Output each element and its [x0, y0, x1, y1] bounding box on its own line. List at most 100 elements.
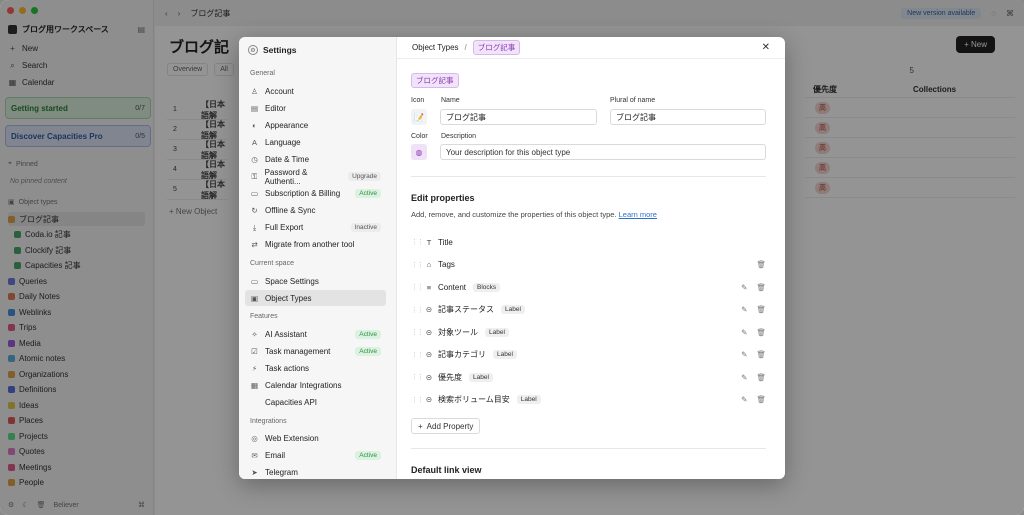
- settings-nav-item[interactable]: ⇄ Migrate from another tool: [245, 237, 386, 253]
- delete-icon[interactable]: 🗑: [756, 328, 766, 337]
- settings-nav-label: Account: [265, 86, 294, 96]
- breadcrumb-separator: /: [464, 43, 467, 52]
- drag-handle-icon[interactable]: ⋮⋮: [411, 238, 424, 246]
- settings-nav-label: Telegram: [265, 468, 298, 478]
- property-row[interactable]: ⋮⋮ ⊝ 検索ボリューム目安 Label ✎ 🗑: [411, 389, 766, 411]
- name-field[interactable]: ブログ記事: [440, 109, 597, 125]
- settings-nav-item[interactable]: ▦ Calendar Integrations: [245, 378, 386, 394]
- app-window: ブログ用ワークスペース ▤ + New ⌕ Search ▦ Calendar Getti…: [0, 0, 1024, 515]
- settings-nav-label: Language: [265, 137, 301, 147]
- drag-handle-icon[interactable]: ⋮⋮: [411, 373, 424, 381]
- settings-nav-item[interactable]: ◐ Appearance: [245, 117, 386, 133]
- settings-nav-label: Offline & Sync: [265, 206, 316, 216]
- property-row[interactable]: ⋮⋮ ⊝ 優先度 Label ✎ 🗑: [411, 366, 766, 388]
- property-row[interactable]: ⋮⋮ ⌂ Tags 🗑: [411, 254, 766, 276]
- settings-nav-label: Web Extension: [265, 434, 319, 444]
- close-icon[interactable]: ✕: [762, 42, 770, 53]
- title-icon: T: [426, 237, 432, 247]
- add-property-button[interactable]: + Add Property: [411, 418, 481, 434]
- settings-nav-item[interactable]: Capacities API: [245, 395, 386, 411]
- settings-nav-item[interactable]: ↻ Offline & Sync: [245, 203, 386, 219]
- drag-handle-icon[interactable]: ⋮⋮: [411, 283, 424, 291]
- property-type-tag: Label: [501, 305, 525, 314]
- drag-handle-icon[interactable]: ⋮⋮: [411, 396, 424, 404]
- property-name: 対象ツール: [438, 327, 478, 337]
- label-icon: ⊝: [425, 395, 433, 404]
- drag-handle-icon[interactable]: ⋮⋮: [411, 261, 424, 269]
- edit-icon[interactable]: ✎: [741, 373, 747, 382]
- settings-nav-label: Full Export: [265, 223, 304, 233]
- edit-icon[interactable]: ✎: [741, 395, 747, 404]
- settings-nav-label: Password & Authenti...: [264, 167, 308, 186]
- status-badge: Active: [355, 329, 381, 339]
- property-row[interactable]: ⋮⋮ T Title: [411, 231, 766, 253]
- property-row[interactable]: ⋮⋮ ≡ Content Blocks ✎ 🗑: [411, 276, 766, 298]
- property-name: Title: [438, 237, 453, 247]
- sync-icon: ↻: [251, 206, 258, 216]
- settings-nav-item[interactable]: ✧ AI Assistant Active: [245, 326, 386, 342]
- status-badge: Inactive: [350, 223, 381, 233]
- clock-icon: ◷: [251, 154, 258, 164]
- settings-nav-label: AI Assistant: [265, 329, 307, 339]
- delete-icon[interactable]: 🗑: [756, 260, 766, 269]
- editor-icon: ▤: [250, 103, 259, 113]
- settings-nav-item[interactable]: ◎ Web Extension: [245, 431, 386, 447]
- edit-icon[interactable]: ✎: [741, 350, 747, 359]
- delete-icon[interactable]: 🗑: [756, 305, 766, 314]
- property-row[interactable]: ⋮⋮ ⊝ 記事ステータス Label ✎ 🗑: [411, 299, 766, 321]
- migrate-icon: ⇄: [251, 240, 258, 250]
- settings-nav-item[interactable]: ▭ Space Settings: [245, 273, 386, 289]
- object-type-editor: Object Types / ブログ記事 ✕ ブログ記事 Icon Name P…: [397, 37, 785, 479]
- delete-icon[interactable]: 🗑: [756, 395, 766, 404]
- settings-gear-icon: ⚙: [248, 45, 258, 55]
- edit-icon[interactable]: ✎: [741, 283, 747, 292]
- delete-icon[interactable]: 🗑: [756, 373, 766, 382]
- settings-nav-item[interactable]: ♙ Account: [245, 83, 386, 99]
- tag-icon: ⌂: [426, 260, 432, 269]
- label-icon: ⊝: [425, 372, 433, 382]
- label-icon: ⊝: [425, 305, 433, 314]
- settings-nav-item[interactable]: A Language: [245, 134, 386, 150]
- property-row[interactable]: ⋮⋮ ⊝ 記事カテゴリ Label ✎ 🗑: [411, 344, 766, 366]
- settings-nav-label: Object Types: [265, 293, 312, 303]
- drag-handle-icon[interactable]: ⋮⋮: [411, 306, 424, 314]
- breadcrumb-object-types[interactable]: Object Types: [412, 43, 459, 52]
- property-row[interactable]: ⋮⋮ ⊝ 対象ツール Label ✎ 🗑: [411, 321, 766, 343]
- edit-icon[interactable]: ✎: [741, 305, 747, 314]
- settings-title: Settings: [263, 45, 297, 55]
- icon-label: Icon: [411, 97, 425, 104]
- settings-nav-item[interactable]: ▣ Object Types: [245, 290, 386, 307]
- settings-nav-item[interactable]: ⚡ Task actions: [245, 360, 386, 376]
- name-label: Name: [441, 97, 460, 104]
- object-types-icon: ▣: [250, 293, 259, 303]
- delete-icon[interactable]: 🗑: [756, 283, 766, 292]
- drag-handle-icon[interactable]: ⋮⋮: [411, 351, 424, 359]
- language-icon: A: [251, 137, 257, 147]
- delete-icon[interactable]: 🗑: [756, 350, 766, 359]
- property-name: Tags: [438, 260, 455, 269]
- appearance-icon: ◐: [252, 120, 257, 130]
- settings-nav-item[interactable]: ◷ Date & Time: [245, 151, 386, 167]
- settings-nav-item[interactable]: ▭ Subscription & Billing Active: [245, 186, 386, 202]
- color-picker[interactable]: ◍: [411, 144, 427, 160]
- settings-nav-label: Space Settings: [265, 276, 319, 286]
- settings-nav-item[interactable]: ▤ Editor: [245, 100, 386, 116]
- settings-header: ⚙ Settings: [248, 45, 297, 55]
- settings-nav-item[interactable]: ⤓ Full Export Inactive: [245, 220, 386, 236]
- settings-nav-item[interactable]: ➤ Telegram: [245, 465, 386, 479]
- monitor-icon: ▭: [250, 276, 259, 286]
- settings-nav-item[interactable]: ⚿ Password & Authenti... Upgrade: [245, 167, 386, 186]
- settings-nav-item[interactable]: ☑ Task management Active: [245, 343, 386, 359]
- description-field[interactable]: Your description for this object type: [440, 144, 766, 160]
- drag-handle-icon[interactable]: ⋮⋮: [411, 328, 424, 336]
- plural-name-field[interactable]: ブログ記事: [610, 109, 766, 125]
- ai-icon: ✧: [251, 329, 258, 339]
- settings-nav-label: Calendar Integrations: [265, 381, 342, 390]
- settings-nav-item[interactable]: ✉ Email Active: [245, 448, 386, 464]
- edit-icon[interactable]: ✎: [741, 328, 747, 337]
- property-type-tag: Label: [516, 395, 541, 404]
- divider: [411, 448, 766, 449]
- icon-picker[interactable]: 📝: [411, 109, 427, 125]
- learn-more-link[interactable]: Learn more: [619, 210, 657, 219]
- settings-nav: ⚙ Settings General ♙ Account ▤ Editor ◐ Appear…: [239, 37, 397, 479]
